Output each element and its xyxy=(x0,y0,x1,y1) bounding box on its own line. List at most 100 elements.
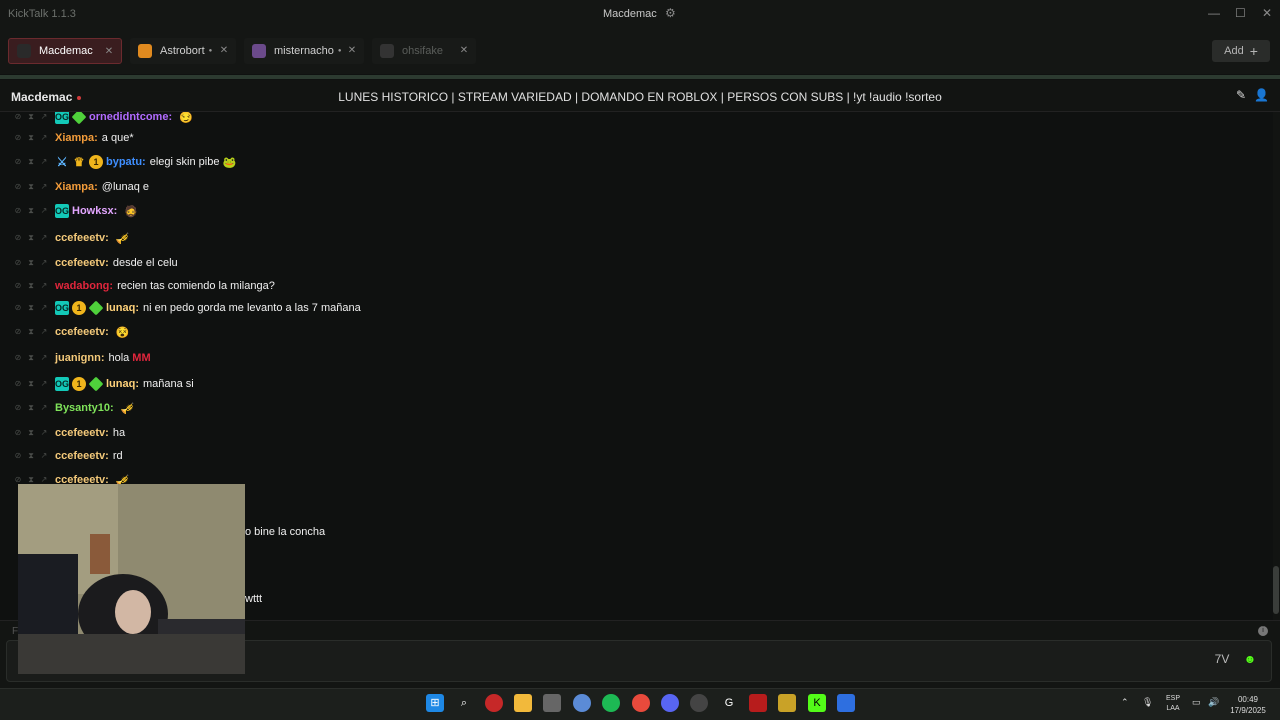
ban-icon[interactable]: ⊘ xyxy=(13,133,23,143)
chat-username[interactable]: lunaq: xyxy=(106,378,139,390)
chat-username[interactable]: ccefeeetv: xyxy=(55,232,109,244)
ban-icon[interactable]: ⊘ xyxy=(13,233,23,243)
chat-username[interactable]: juanignn: xyxy=(55,352,105,364)
chat-username[interactable]: ccefeeetv: xyxy=(55,450,109,462)
timeout-icon[interactable]: ⧗ xyxy=(26,281,36,291)
timeout-icon[interactable]: ⧗ xyxy=(26,258,36,268)
chat-username[interactable]: ccefeeetv: xyxy=(55,427,109,439)
timeout-icon[interactable]: ⧗ xyxy=(26,133,36,143)
discord-icon[interactable] xyxy=(661,694,679,712)
ban-icon[interactable]: ⊘ xyxy=(13,281,23,291)
chat-message[interactable]: ⊘ ⧗ ↗ OG Howksx: 🧔 xyxy=(0,201,138,221)
app-icon[interactable] xyxy=(690,694,708,712)
timeout-icon[interactable]: ⧗ xyxy=(26,353,36,363)
timeout-icon[interactable]: ⧗ xyxy=(26,303,36,313)
pin-icon[interactable]: ↗ xyxy=(39,182,49,192)
pin-icon[interactable]: ↗ xyxy=(39,379,49,389)
chat-scrollbar[interactable] xyxy=(1273,112,1280,620)
ban-icon[interactable]: ⊘ xyxy=(13,206,23,216)
app-icon[interactable] xyxy=(749,694,767,712)
info-icon[interactable]: i xyxy=(1258,626,1268,636)
chat-username[interactable]: ornedidntcome: xyxy=(89,112,172,123)
close-button[interactable]: ✕ xyxy=(1262,6,1272,20)
windows-start-icon[interactable]: ⊞ xyxy=(426,694,444,712)
chat-username[interactable]: ccefeeetv: xyxy=(55,257,109,269)
pin-icon[interactable]: ↗ xyxy=(39,112,49,122)
chat-message[interactable]: ⊘ ⧗ ↗ ccefeeetv: rd xyxy=(0,446,123,466)
chat-message[interactable]: ⊘ ⧗ ↗ ccefeeetv: ha xyxy=(0,423,125,443)
chat-username[interactable]: bypatu: xyxy=(106,156,146,168)
chat-username[interactable]: Howksx: xyxy=(72,205,117,217)
tray-chevron-icon[interactable]: ⌃ xyxy=(1121,697,1129,708)
ban-icon[interactable]: ⊘ xyxy=(13,112,23,122)
timeout-icon[interactable]: ⧗ xyxy=(26,403,36,413)
minimize-button[interactable]: — xyxy=(1208,6,1220,20)
chat-message[interactable]: ⊘ ⧗ ↗ Xiampa: a que* xyxy=(0,128,134,148)
tab-macdemac[interactable]: Macdemac ✕ xyxy=(8,38,122,64)
ban-icon[interactable]: ⊘ xyxy=(13,303,23,313)
add-channel-button[interactable]: Add + xyxy=(1212,40,1270,62)
pin-icon[interactable]: ↗ xyxy=(39,133,49,143)
chat-username[interactable]: Bysanty10: xyxy=(55,402,114,414)
kick-emote-icon[interactable]: ☻ xyxy=(1240,652,1260,670)
pin-icon[interactable]: ↗ xyxy=(39,353,49,363)
pin-icon[interactable]: ↗ xyxy=(39,327,49,337)
chat-message[interactable]: ⊘ ⧗ ↗ juanignn: hola MM xyxy=(0,348,151,368)
gear-icon[interactable]: ⚙ xyxy=(665,6,676,20)
maximize-button[interactable]: ☐ xyxy=(1235,6,1246,20)
timeout-icon[interactable]: ⧗ xyxy=(26,157,36,167)
pin-icon[interactable]: ↗ xyxy=(39,157,49,167)
chat-username[interactable]: Xiampa: xyxy=(55,132,98,144)
timeout-icon[interactable]: ⧗ xyxy=(26,112,36,122)
ban-icon[interactable]: ⊘ xyxy=(13,451,23,461)
chat-username[interactable]: wadabong: xyxy=(55,280,113,292)
pin-icon[interactable]: ↗ xyxy=(39,258,49,268)
timeout-icon[interactable]: ⧗ xyxy=(26,428,36,438)
ban-icon[interactable]: ⊘ xyxy=(13,403,23,413)
chat-message[interactable]: ⊘ ⧗ ↗ ⚔ ♛ 1 bypatu: elegi skin pibe 🐸 xyxy=(0,152,236,172)
chat-message[interactable]: ⊘ ⧗ ↗ ccefeeetv: 🎺 xyxy=(0,228,130,248)
chat-message[interactable]: ⊘ ⧗ ↗ OG ornedidntcome: 😏 xyxy=(0,112,193,127)
kick-icon[interactable]: K xyxy=(808,694,826,712)
app-icon[interactable] xyxy=(778,694,796,712)
chrome-icon[interactable] xyxy=(632,694,650,712)
browser-icon[interactable] xyxy=(573,694,591,712)
pin-icon[interactable]: ↗ xyxy=(39,281,49,291)
ban-icon[interactable]: ⊘ xyxy=(13,157,23,167)
popout-icon[interactable]: ✎ xyxy=(1236,88,1246,102)
close-tab-icon[interactable]: ✕ xyxy=(103,46,115,58)
pin-icon[interactable]: ↗ xyxy=(39,403,49,413)
scrollbar-thumb[interactable] xyxy=(1273,566,1279,614)
language-indicator[interactable]: ESP LAA xyxy=(1162,694,1184,714)
pin-icon[interactable]: ↗ xyxy=(39,206,49,216)
chat-message[interactable]: ⊘ ⧗ ↗ ccefeeetv: 😵 xyxy=(0,322,130,342)
7tv-emote-icon[interactable]: 7V xyxy=(1212,652,1232,670)
timeout-icon[interactable]: ⧗ xyxy=(26,379,36,389)
volume-icon[interactable]: 🔊 xyxy=(1208,697,1219,708)
tab-astrobort[interactable]: Astrobort ● ✕ xyxy=(130,38,236,64)
ban-icon[interactable]: ⊘ xyxy=(13,353,23,363)
app-icon[interactable] xyxy=(485,694,503,712)
timeout-icon[interactable]: ⧗ xyxy=(26,206,36,216)
ban-icon[interactable]: ⊘ xyxy=(13,327,23,337)
app-icon[interactable] xyxy=(837,694,855,712)
tab-ohsifake[interactable]: ohsifake ✕ xyxy=(372,38,476,64)
network-icon[interactable]: ▭ xyxy=(1192,697,1201,708)
tab-misternacho[interactable]: misternacho ● ✕ xyxy=(244,38,364,64)
close-tab-icon[interactable]: ✕ xyxy=(346,45,358,57)
system-clock[interactable]: 00:49 17/9/2025 xyxy=(1226,694,1270,716)
close-tab-icon[interactable]: ✕ xyxy=(218,45,230,57)
pin-icon[interactable]: ↗ xyxy=(39,303,49,313)
pin-icon[interactable]: ↗ xyxy=(39,233,49,243)
search-icon[interactable]: ⌕ xyxy=(455,694,473,712)
chat-message[interactable]: ⊘ ⧗ ↗ OG 1 lunaq: mañana si xyxy=(0,374,194,394)
microphone-icon[interactable]: 🎙 xyxy=(1142,697,1153,708)
timeout-icon[interactable]: ⧗ xyxy=(26,233,36,243)
spotify-icon[interactable] xyxy=(602,694,620,712)
close-tab-icon[interactable]: ✕ xyxy=(458,45,470,57)
ban-icon[interactable]: ⊘ xyxy=(13,258,23,268)
folder-icon[interactable] xyxy=(514,694,532,712)
pin-icon[interactable]: ↗ xyxy=(39,451,49,461)
timeout-icon[interactable]: ⧗ xyxy=(26,327,36,337)
ban-icon[interactable]: ⊘ xyxy=(13,379,23,389)
